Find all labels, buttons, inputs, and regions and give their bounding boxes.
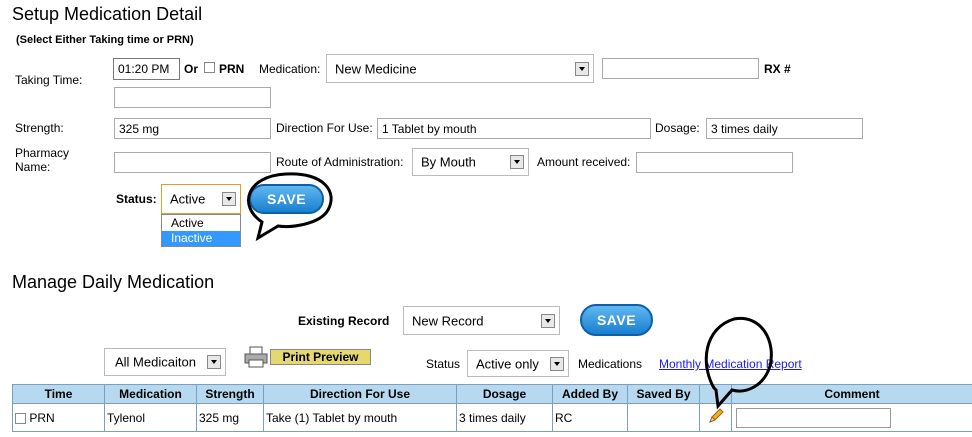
route-label: Route of Administration: — [276, 155, 404, 169]
cell-direction: Take (1) Tablet by mouth — [263, 403, 457, 432]
status-filter-label: Status — [426, 357, 461, 371]
prn-label: PRN — [219, 62, 245, 76]
row-checkbox[interactable] — [15, 412, 26, 424]
callout-bubble-edit — [704, 316, 773, 410]
header-added-by: Added By — [552, 384, 628, 404]
setup-subtitle: (Select Either Taking time or PRN) — [16, 34, 194, 46]
dosage-input[interactable]: 3 times daily — [706, 118, 863, 139]
rx-label: RX # — [764, 62, 791, 76]
cell-medication: Tylenol — [104, 403, 197, 432]
header-dosage: Dosage — [456, 384, 553, 404]
medications-label: Medications — [578, 357, 643, 371]
existing-record-value: New Record — [412, 313, 484, 328]
route-select[interactable]: By Mouth — [412, 148, 529, 176]
chevron-down-icon — [575, 61, 589, 76]
taking-time-label: Taking Time: — [15, 73, 83, 87]
dosage-label: Dosage: — [655, 121, 700, 135]
printer-icon[interactable] — [244, 346, 268, 368]
medication-select-value: New Medicine — [335, 61, 417, 76]
status-label: Status: — [116, 192, 157, 206]
status-select[interactable]: Active — [161, 184, 241, 214]
status-dropdown-list: Active Inactive — [161, 214, 241, 247]
cell-dosage: 3 times daily — [456, 403, 553, 432]
direction-label: Direction For Use: — [276, 121, 373, 135]
pharmacy-label-line1: Pharmacy — [15, 146, 70, 160]
rx-input[interactable] — [602, 58, 759, 79]
cell-added-by: RC — [552, 403, 628, 432]
status-option-active[interactable]: Active — [162, 215, 240, 231]
medication-table: Time Medication Strength Direction For U… — [12, 384, 972, 432]
header-direction: Direction For Use — [263, 384, 457, 404]
existing-record-label: Existing Record — [298, 314, 390, 328]
medication-filter-select[interactable]: All Medicaiton — [104, 348, 226, 376]
callout-bubble-save — [247, 172, 333, 242]
taking-time-extra-input[interactable] — [114, 87, 271, 108]
chevron-down-icon — [510, 155, 524, 169]
strength-input[interactable]: 325 mg — [114, 118, 271, 139]
chevron-down-icon — [550, 356, 564, 371]
direction-input[interactable]: 1 Tablet by mouth — [377, 118, 651, 139]
header-saved-by: Saved By — [627, 384, 700, 404]
chevron-down-icon — [541, 313, 555, 328]
medication-select[interactable]: New Medicine — [326, 54, 594, 83]
table-header-row: Time Medication Strength Direction For U… — [12, 384, 972, 404]
cell-time-text: PRN — [29, 410, 55, 425]
chevron-down-icon — [222, 192, 236, 206]
status-option-inactive[interactable]: Inactive — [162, 231, 240, 246]
status-select-value: Active — [170, 191, 206, 207]
chevron-down-icon — [207, 355, 221, 369]
status-filter-select[interactable]: Active only — [467, 350, 569, 377]
route-select-value: By Mouth — [421, 154, 476, 170]
setup-title: Setup Medication Detail — [12, 4, 203, 24]
or-label: Or — [184, 62, 199, 76]
table-row: PRN Tylenol 325 mg Take (1) Tablet by mo… — [12, 403, 972, 432]
pharmacy-label-line2: Name: — [15, 160, 51, 174]
manage-save-button[interactable]: SAVE — [580, 304, 653, 336]
print-preview-button[interactable]: Print Preview — [270, 349, 371, 365]
header-time: Time — [12, 384, 105, 404]
taking-time-input[interactable]: 01:20 PM — [113, 58, 180, 80]
cell-saved-by — [627, 403, 700, 432]
amount-label: Amount received: — [537, 155, 631, 169]
cell-time: PRN — [12, 403, 105, 432]
cell-strength: 325 mg — [196, 403, 264, 432]
prn-checkbox[interactable] — [204, 62, 215, 73]
existing-record-select[interactable]: New Record — [403, 306, 560, 335]
manage-title: Manage Daily Medication — [12, 272, 215, 292]
header-medication: Medication — [104, 384, 197, 404]
medication-filter-value: All Medicaiton — [115, 354, 196, 370]
header-strength: Strength — [196, 384, 264, 404]
medication-label: Medication: — [259, 62, 321, 76]
amount-input[interactable] — [636, 152, 793, 173]
status-filter-value: Active only — [476, 356, 539, 371]
strength-label: Strength: — [15, 121, 64, 135]
